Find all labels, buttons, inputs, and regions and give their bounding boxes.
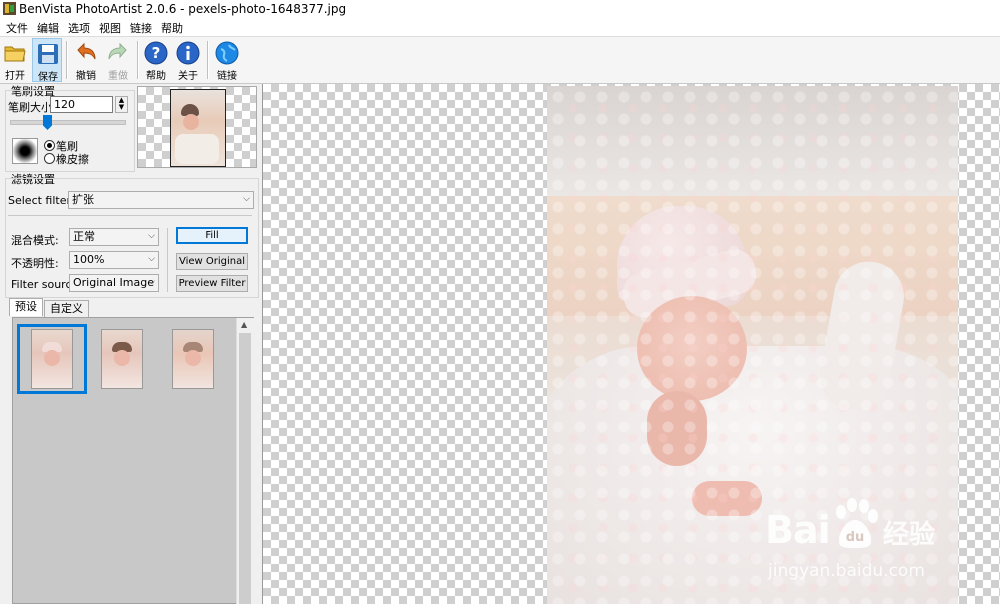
save-label: 保存 (38, 72, 58, 83)
watermark-url: jingyan.baidu.com (768, 561, 925, 581)
filter-source-value: Original Image (73, 276, 154, 289)
toolbar: 打开 保存 撤销 重做 ? 帮助 关于 链接 (0, 37, 1000, 84)
app-icon (3, 2, 16, 15)
tab-custom[interactable]: 自定义 (44, 300, 89, 317)
baidu-paw-icon: du (836, 498, 878, 548)
menu-help[interactable]: 帮助 (161, 20, 183, 36)
chevron-down-icon: ⌵ (148, 277, 155, 287)
select-filter-label: Select filter: (8, 194, 75, 207)
about-label: 关于 (178, 71, 198, 82)
preset-thumbnail[interactable] (101, 329, 143, 389)
chevron-down-icon: ⌵ (148, 231, 155, 241)
select-filter-dropdown[interactable]: 扩张 ⌵ (68, 191, 254, 209)
menu-options[interactable]: 选项 (68, 20, 90, 36)
menu-file[interactable]: 文件 (6, 20, 28, 36)
window-title: BenVista PhotoArtist 2.0.6 - pexels-phot… (19, 2, 347, 16)
brush-size-slider-track (10, 120, 126, 125)
folder-icon (4, 46, 26, 62)
opacity-value: 100% (73, 253, 105, 266)
help-icon: ? (144, 41, 168, 65)
brush-size-label: 笔刷大小: (8, 101, 56, 114)
svg-text:du: du (846, 530, 865, 545)
baidu-watermark: Bai du 经验 (765, 498, 945, 558)
blend-mode-label: 混合模式: (11, 234, 59, 247)
brush-size-input[interactable]: 120 (50, 96, 113, 113)
preset-thumbnail[interactable] (172, 329, 214, 389)
watermark-brand-cn: 经验 (883, 520, 936, 550)
redo-label: 重做 (108, 71, 128, 82)
preset-thumbnail[interactable] (31, 329, 73, 389)
brush-size-spinner[interactable]: ▲ ▼ (115, 96, 128, 113)
svg-text:?: ? (152, 44, 161, 62)
blend-mode-value: 正常 (73, 230, 95, 243)
navigator-preview[interactable] (137, 86, 257, 168)
divider (167, 228, 168, 292)
opacity-label: 不透明性: (11, 257, 59, 270)
scrollbar-thumb (239, 333, 251, 604)
eraser-mode-label: 橡皮擦 (56, 153, 89, 166)
brush-preview-icon (12, 138, 38, 164)
eraser-radio[interactable] (44, 153, 55, 164)
chevron-down-icon: ⌵ (148, 254, 155, 264)
save-button[interactable]: 保存 (32, 38, 62, 83)
menu-link[interactable]: 链接 (130, 20, 152, 36)
divider (8, 215, 252, 216)
globe-icon (215, 41, 239, 65)
link-button[interactable]: 链接 (212, 38, 242, 82)
open-button[interactable]: 打开 (0, 38, 30, 82)
link-label: 链接 (217, 71, 237, 82)
about-button[interactable]: 关于 (173, 38, 203, 82)
help-button[interactable]: ? 帮助 (141, 38, 171, 82)
menu-view[interactable]: 视图 (99, 20, 121, 36)
view-original-button[interactable]: View Original (176, 253, 248, 270)
info-icon (176, 41, 200, 65)
tab-presets[interactable]: 预设 (9, 298, 43, 316)
filter-source-dropdown[interactable]: Original Image ⌵ (69, 274, 159, 292)
menu-bar: 文件 编辑 选项 视图 链接 帮助 (0, 18, 1000, 37)
fill-button[interactable]: Fill (176, 227, 248, 244)
watermark-brand: Bai (765, 508, 831, 552)
title-bar: BenVista PhotoArtist 2.0.6 - pexels-phot… (0, 0, 1000, 18)
select-filter-value: 扩张 (72, 193, 94, 206)
preview-filter-button[interactable]: Preview Filter (176, 275, 248, 292)
navigator-photo (170, 89, 226, 167)
opacity-dropdown[interactable]: 100% ⌵ (69, 251, 159, 269)
blend-mode-dropdown[interactable]: 正常 ⌵ (69, 228, 159, 246)
presets-scrollbar[interactable]: ▲ (236, 318, 254, 604)
scroll-up-icon: ▲ (241, 320, 248, 329)
undo-button[interactable]: 撤销 (71, 38, 101, 82)
redo-icon (108, 42, 127, 60)
redo-button[interactable]: 重做 (103, 38, 133, 82)
undo-icon (77, 42, 96, 60)
chevron-down-icon: ⌵ (243, 194, 250, 204)
brush-radio[interactable] (44, 140, 55, 151)
save-icon (38, 44, 58, 64)
menu-edit[interactable]: 编辑 (37, 20, 59, 36)
